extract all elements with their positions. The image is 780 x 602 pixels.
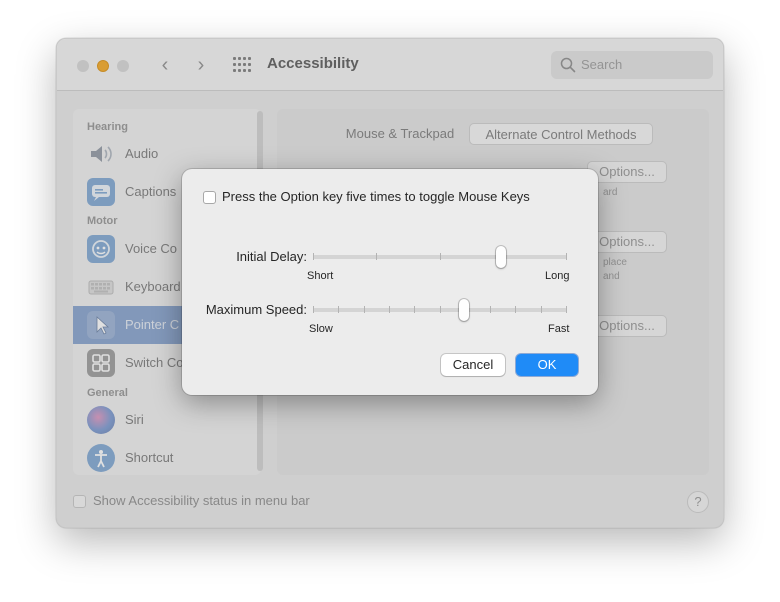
maximum-speed-tick bbox=[541, 306, 542, 313]
initial-delay-max-label: Long bbox=[545, 270, 570, 282]
maximum-speed-tick bbox=[515, 306, 516, 313]
maximum-speed-max-label: Fast bbox=[548, 323, 570, 335]
maximum-speed-tick bbox=[338, 306, 339, 313]
option-key-toggle-checkbox[interactable] bbox=[203, 191, 216, 204]
mouse-keys-options-sheet: Press the Option key five times to toggl… bbox=[182, 169, 598, 395]
maximum-speed-min-label: Slow bbox=[309, 323, 333, 335]
maximum-speed-tick bbox=[414, 306, 415, 313]
initial-delay-tick bbox=[440, 253, 441, 260]
maximum-speed-tick bbox=[389, 306, 390, 313]
maximum-speed-tick bbox=[364, 306, 365, 313]
initial-delay-min-label: Short bbox=[307, 270, 334, 282]
maximum-speed-tick bbox=[313, 306, 314, 313]
initial-delay-label: Initial Delay: bbox=[236, 249, 307, 264]
maximum-speed-tick bbox=[566, 306, 567, 313]
initial-delay-tick bbox=[566, 253, 567, 260]
option-key-toggle-label: Press the Option key five times to toggl… bbox=[222, 189, 530, 204]
initial-delay-tick bbox=[313, 253, 314, 260]
maximum-speed-label: Maximum Speed: bbox=[205, 302, 307, 317]
initial-delay-tick bbox=[376, 253, 377, 260]
ok-button[interactable]: OK bbox=[516, 354, 578, 376]
maximum-speed-tick bbox=[490, 306, 491, 313]
cancel-button[interactable]: Cancel bbox=[441, 354, 505, 376]
maximum-speed-knob[interactable] bbox=[459, 299, 469, 321]
maximum-speed-tick bbox=[440, 306, 441, 313]
initial-delay-knob[interactable] bbox=[496, 246, 506, 268]
